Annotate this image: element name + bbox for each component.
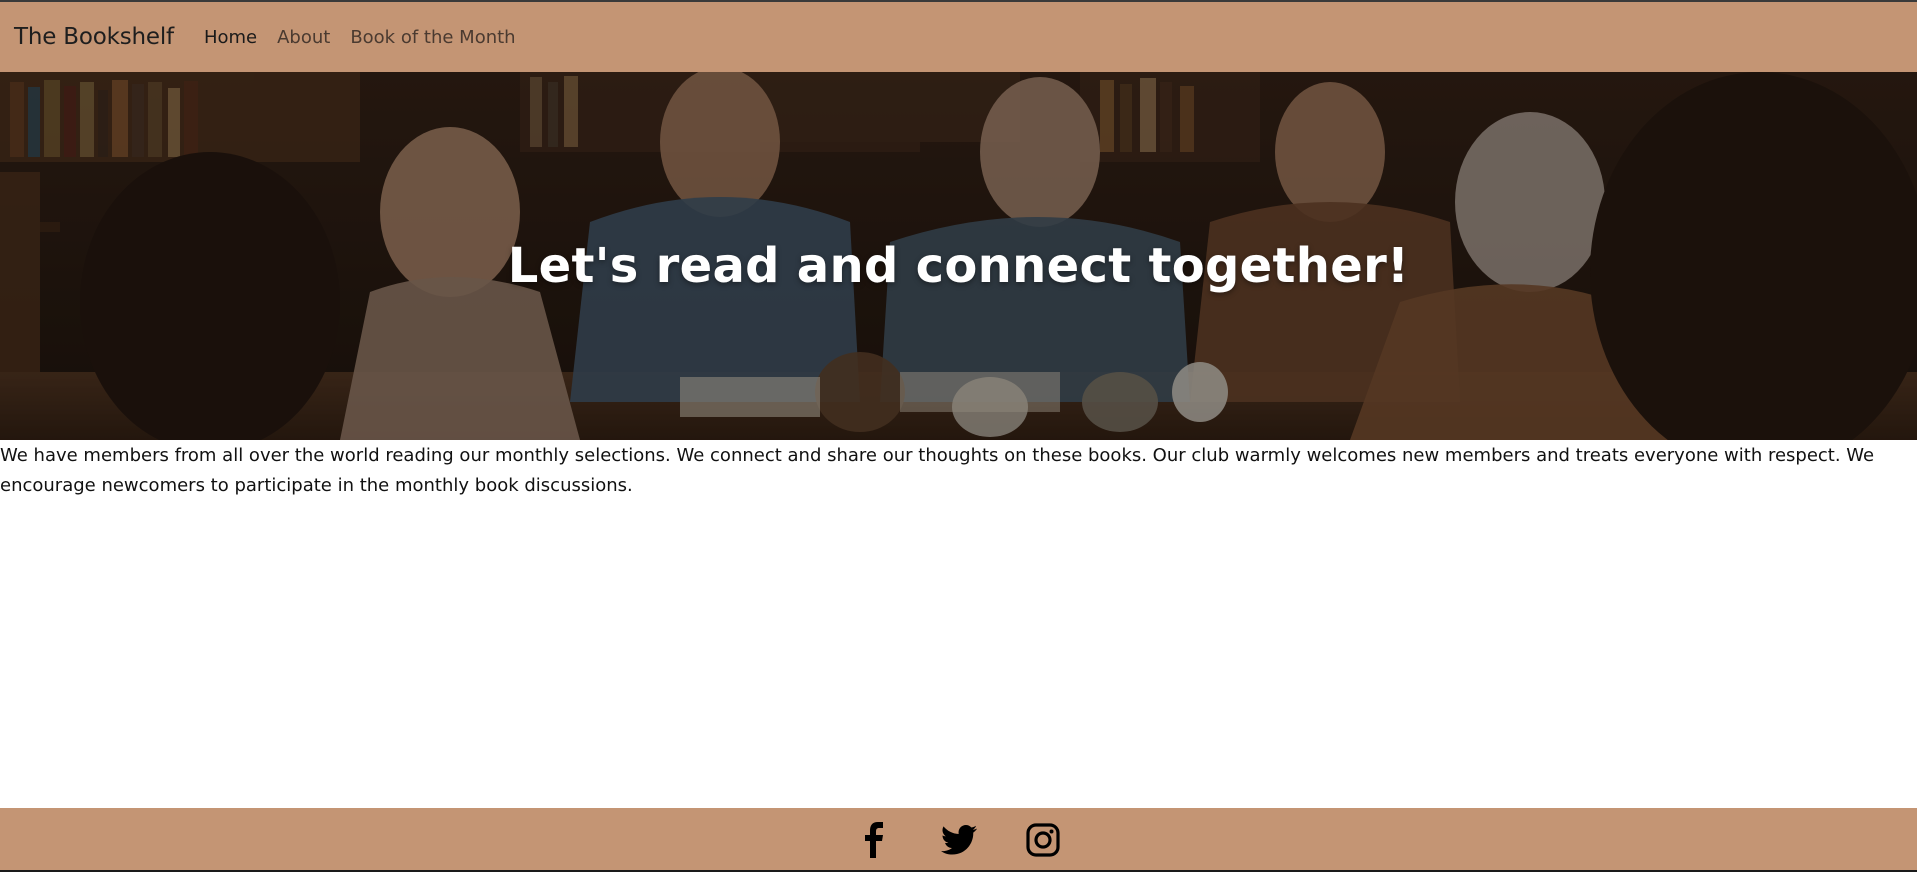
nav-link-about[interactable]: About (277, 27, 330, 48)
navbar: The Bookshelf Home About Book of the Mon… (0, 2, 1917, 72)
nav-link-home[interactable]: Home (204, 27, 257, 48)
intro-paragraph: We have members from all over the world … (0, 445, 1875, 496)
brand-link[interactable]: The Bookshelf (14, 24, 174, 50)
footer (0, 808, 1917, 872)
instagram-icon[interactable] (1025, 822, 1061, 858)
facebook-icon[interactable] (857, 822, 893, 858)
nav-link-book-of-the-month[interactable]: Book of the Month (350, 27, 515, 48)
hero-title: Let's read and connect together! (507, 238, 1410, 294)
hero-banner: Let's read and connect together! (0, 72, 1917, 440)
twitter-icon[interactable] (940, 822, 977, 858)
